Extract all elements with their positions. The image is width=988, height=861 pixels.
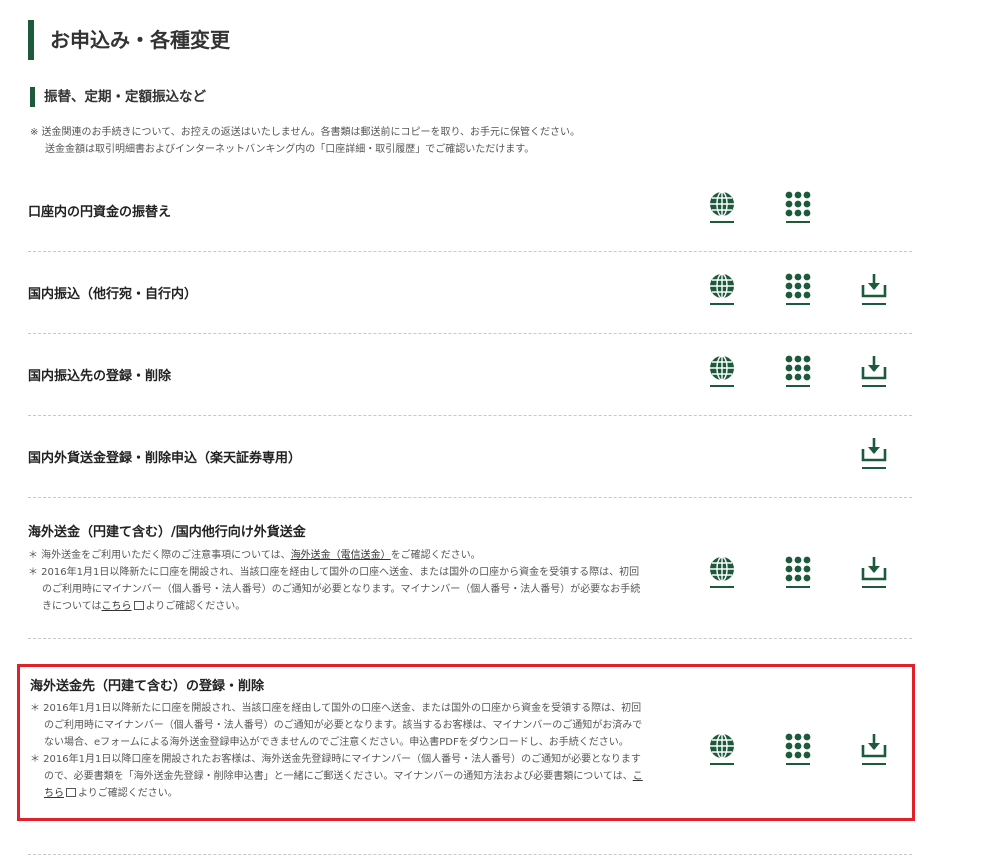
- section-title: 振替、定期・定額振込など: [30, 87, 206, 107]
- phone-banking-button[interactable]: [778, 270, 818, 310]
- download-form-button[interactable]: [854, 270, 894, 310]
- note-line-2: 送金金額は取引明細書およびインターネットバンキング内の「口座詳細・取引履歴」でご…: [45, 144, 535, 155]
- row-note: ＊ 海外送金をご利用いただく際のご注意事項については、海外送金（電信送金）をご確…: [28, 547, 648, 564]
- row-divider: [28, 415, 912, 416]
- row-note: ＊ 2016年1月1日以降新たに口座を開設され、当該口座を経由して国外の口座へ送…: [30, 703, 643, 748]
- internet-banking-button[interactable]: [702, 730, 742, 770]
- row-title: 国内外貨送金登録・削除申込（楽天証券専用）: [28, 451, 302, 466]
- download-icon: [861, 734, 887, 758]
- icon-underline: [862, 467, 886, 469]
- note-text: よりご確認ください。: [78, 788, 178, 799]
- download-icon: [861, 356, 887, 380]
- download-form-button[interactable]: [854, 553, 894, 593]
- keypad-icon: [785, 273, 811, 299]
- download-icon: [861, 274, 887, 298]
- download-form-button[interactable]: [854, 730, 894, 770]
- keypad-icon: [785, 733, 811, 759]
- globe-icon: [710, 733, 734, 759]
- download-icon: [861, 557, 887, 581]
- note-text: ＊ 海外送金をご利用いただく際のご注意事項については、: [28, 550, 291, 561]
- icon-underline: [786, 221, 810, 223]
- row-title: 海外送金（円建て含む）/国内他行向け外貨送金: [28, 525, 306, 540]
- download-icon: [861, 438, 887, 462]
- internet-banking-button[interactable]: [702, 188, 742, 228]
- icon-underline: [862, 763, 886, 765]
- icon-underline: [786, 303, 810, 305]
- globe-icon: [710, 273, 734, 299]
- row-title: 国内振込先の登録・削除: [28, 369, 172, 384]
- row-divider: [28, 251, 912, 252]
- row-notes: ＊ 海外送金をご利用いただく際のご注意事項については、海外送金（電信送金）をご確…: [28, 547, 648, 615]
- row-divider: [28, 638, 912, 639]
- icon-underline: [710, 221, 734, 223]
- note-text: よりご確認ください。: [145, 601, 246, 612]
- row-divider: [28, 854, 912, 855]
- overseas-remittance-link[interactable]: 海外送金（電信送金）: [291, 550, 391, 561]
- external-link-icon: [133, 601, 144, 610]
- row-divider: [28, 333, 912, 334]
- download-form-button[interactable]: [854, 352, 894, 392]
- icon-underline: [786, 385, 810, 387]
- phone-banking-button[interactable]: [778, 352, 818, 392]
- icon-underline: [786, 763, 810, 765]
- external-link-icon: [66, 788, 76, 797]
- globe-icon: [710, 355, 734, 381]
- icon-underline: [862, 586, 886, 588]
- internet-banking-button[interactable]: [702, 352, 742, 392]
- row-note: ＊ 2016年1月1日以降新たに口座を開設され、当該口座を経由して国外の口座へ送…: [28, 564, 648, 615]
- phone-banking-button[interactable]: [778, 188, 818, 228]
- icon-underline: [862, 385, 886, 387]
- row-notes: ＊ 2016年1月1日以降新たに口座を開設され、当該口座を経由して国外の口座へ送…: [30, 700, 650, 802]
- internet-banking-button[interactable]: [702, 270, 742, 310]
- phone-banking-button[interactable]: [778, 553, 818, 593]
- keypad-icon: [785, 191, 811, 217]
- section-note: ※ 送金関連のお手続きについて、お控えの返送はいたしません。各書類は郵送前にコピ…: [30, 124, 580, 158]
- note-line-1: ※ 送金関連のお手続きについて、お控えの返送はいたしません。各書類は郵送前にコピ…: [30, 127, 581, 138]
- internet-banking-button[interactable]: [702, 553, 742, 593]
- row-divider: [28, 497, 912, 498]
- globe-icon: [710, 556, 734, 582]
- row-title: 口座内の円資金の振替え: [28, 205, 172, 220]
- icon-underline: [862, 303, 886, 305]
- icon-underline: [786, 586, 810, 588]
- icon-underline: [710, 385, 734, 387]
- icon-underline: [710, 763, 734, 765]
- phone-banking-button[interactable]: [778, 730, 818, 770]
- icon-underline: [710, 303, 734, 305]
- globe-icon: [710, 191, 734, 217]
- row-title: 国内振込（他行宛・自行内）: [28, 287, 198, 302]
- note-text: ＊ 2016年1月1日以降口座を開設されたお客様は、海外送金先登録時にマイナンバ…: [30, 754, 641, 782]
- mynumber-info-link[interactable]: こちら: [102, 601, 132, 612]
- icon-underline: [710, 586, 734, 588]
- page-title: お申込み・各種変更: [28, 20, 230, 60]
- keypad-icon: [785, 556, 811, 582]
- download-form-button[interactable]: [854, 434, 894, 474]
- row-title: 海外送金先（円建て含む）の登録・削除: [30, 679, 265, 694]
- note-text: をご確認ください。: [390, 550, 481, 561]
- row-note: ＊ 2016年1月1日以降口座を開設されたお客様は、海外送金先登録時にマイナンバ…: [30, 751, 650, 802]
- keypad-icon: [785, 355, 811, 381]
